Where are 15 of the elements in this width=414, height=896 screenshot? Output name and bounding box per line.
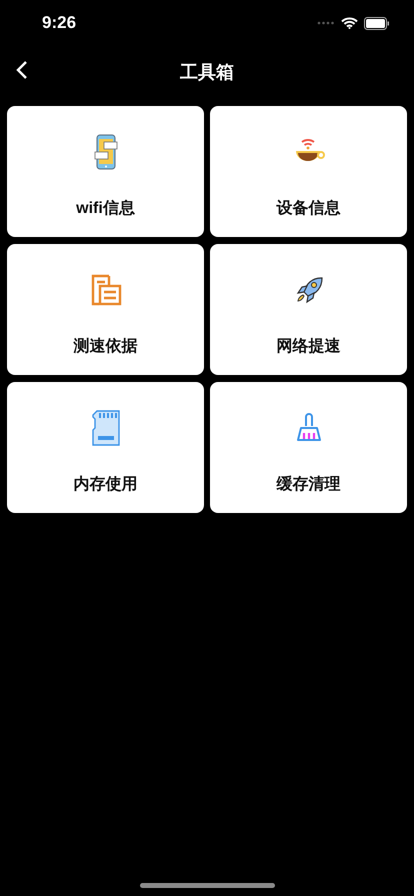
tool-card[interactable]: 设备信息 [210,106,407,237]
battery-icon [364,16,390,30]
tool-card[interactable]: 网络提速 [210,244,407,375]
phone-chat-icon [94,134,118,170]
wifi-icon [341,17,358,29]
back-icon [16,60,28,80]
tool-card[interactable]: 缓存清理 [210,382,407,513]
status-time: 9:26 [42,13,76,33]
tool-card[interactable]: 测速依据 [7,244,204,375]
tool-card[interactable]: 内存使用 [7,382,204,513]
tool-card[interactable]: wifi信息 [7,106,204,237]
memory-card-icon [90,410,120,446]
signal-icon [317,21,335,25]
broom-icon [296,412,322,444]
page-title: 工具箱 [180,61,234,84]
